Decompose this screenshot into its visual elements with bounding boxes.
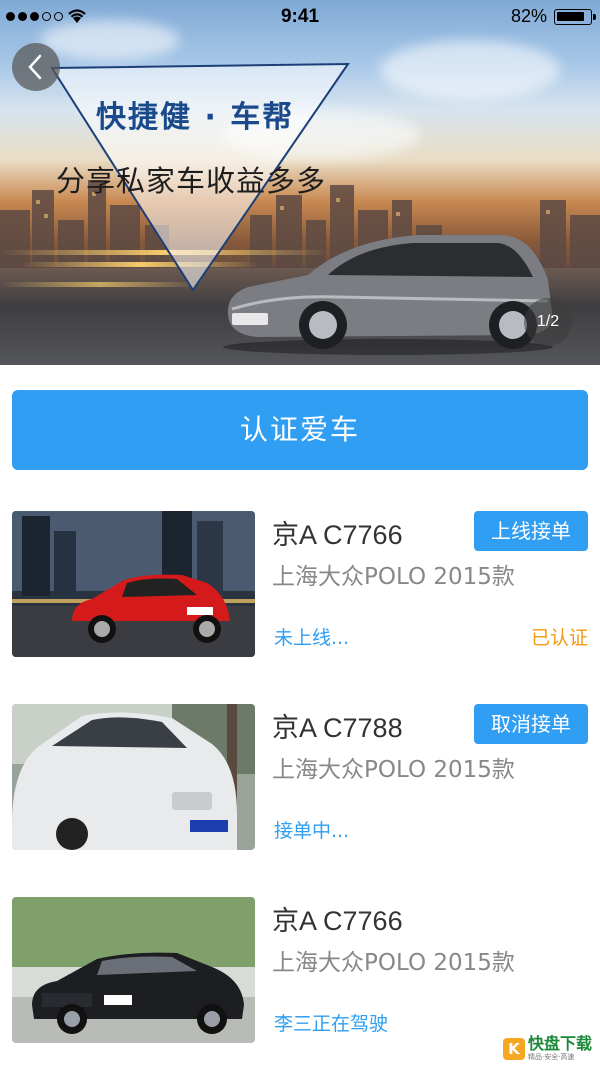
- watermark-logo: K 快盘下载 精品·安全·高速: [502, 1034, 592, 1062]
- watermark-tagline: 精品·安全·高速: [527, 1053, 575, 1061]
- car-plate: 京A C7766: [272, 906, 403, 936]
- watermark-logo-icon: K: [502, 1038, 525, 1060]
- cancel-order-button[interactable]: 取消接单: [474, 704, 588, 744]
- car-list-item[interactable]: 京A C7788 上海大众POLO 2015款 接单中... 取消接单: [0, 704, 600, 852]
- banner-subtitle: 分享私家车收益多多: [56, 164, 327, 198]
- banner[interactable]: 快捷健 · 车帮 分享私家车收益多多 9:41 82% 1/2: [0, 0, 600, 365]
- car-list-item[interactable]: 京A C7766 上海大众POLO 2015款 李三正在驾驶: [0, 897, 600, 1045]
- car-status: 未上线...: [274, 627, 350, 649]
- back-button[interactable]: [12, 43, 60, 91]
- car-plate: 京A C7788: [272, 713, 403, 743]
- chevron-left-icon: [28, 54, 42, 80]
- car-thumbnail: [12, 897, 255, 1043]
- car-model: 上海大众POLO 2015款: [272, 564, 515, 590]
- banner-title: 快捷健 · 车帮: [96, 100, 295, 135]
- car-list-item[interactable]: 京A C7766 上海大众POLO 2015款 未上线... 已认证 上线接单: [0, 511, 600, 659]
- car-plate: 京A C7766: [272, 520, 403, 550]
- car-thumbnail: [12, 704, 255, 850]
- battery-percent: 82%: [510, 6, 547, 26]
- go-online-button[interactable]: 上线接单: [474, 511, 588, 551]
- car-model: 上海大众POLO 2015款: [272, 757, 515, 783]
- car-thumbnail: [12, 511, 255, 657]
- car-status: 接单中...: [274, 820, 350, 842]
- watermark-name: 快盘下载: [527, 1034, 592, 1053]
- car-model: 上海大众POLO 2015款: [272, 950, 515, 976]
- banner-pager: 1/2: [524, 298, 572, 346]
- car-image: [223, 235, 554, 355]
- certify-car-button[interactable]: 认证爱车: [12, 390, 588, 470]
- car-status: 李三正在驾驶: [274, 1013, 389, 1035]
- battery-icon: [554, 9, 596, 25]
- auth-status: 已认证: [530, 627, 588, 649]
- status-bar: 9:41 82%: [0, 0, 600, 34]
